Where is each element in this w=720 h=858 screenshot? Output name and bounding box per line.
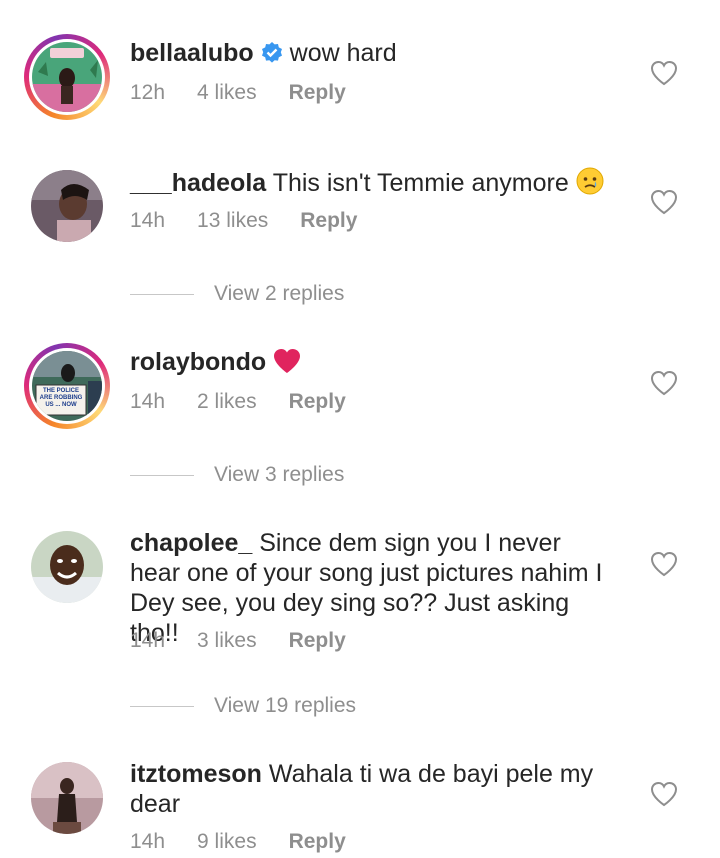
timestamp: 14h xyxy=(130,209,166,232)
view-replies-label: View 2 replies xyxy=(214,282,345,305)
avatar: THE POLICE ARE ROBBING US ... NOW xyxy=(32,351,102,421)
view-replies-label: View 3 replies xyxy=(214,463,345,486)
comment-text: ___hadeola This isn't Temmie anymore xyxy=(130,167,610,202)
comment-text: itztomeson Wahala ti wa de bayi pele my … xyxy=(130,759,610,819)
view-replies-button[interactable]: View 19 replies xyxy=(130,694,356,718)
avatar xyxy=(32,42,102,112)
avatar-story-ring[interactable] xyxy=(24,34,110,120)
timestamp: 14h xyxy=(130,390,166,413)
likes-count[interactable]: 2 likes xyxy=(197,390,257,413)
likes-count[interactable]: 3 likes xyxy=(197,629,257,652)
username[interactable]: itztomeson xyxy=(130,760,262,788)
divider xyxy=(130,705,194,707)
comment-meta: 14h 3 likes Reply xyxy=(130,629,378,653)
like-heart-icon[interactable] xyxy=(650,781,678,807)
reply-button[interactable]: Reply xyxy=(289,390,346,413)
divider xyxy=(130,293,194,295)
likes-count[interactable]: 13 likes xyxy=(197,209,268,232)
username[interactable]: chapolee_ xyxy=(130,529,252,557)
timestamp: 14h xyxy=(130,830,166,853)
avatar[interactable] xyxy=(31,531,103,603)
reply-button[interactable]: Reply xyxy=(289,830,346,853)
likes-count[interactable]: 4 likes xyxy=(197,81,257,104)
reply-button[interactable]: Reply xyxy=(289,81,346,104)
comment-text: rolaybondo xyxy=(130,347,610,381)
like-heart-icon[interactable] xyxy=(650,370,678,396)
reply-button[interactable]: Reply xyxy=(300,209,357,232)
comment-body: This isn't Temmie anymore xyxy=(272,169,569,197)
comment-text: bellaalubo wow hard xyxy=(130,38,610,68)
comment-meta: 14h 9 likes Reply xyxy=(130,830,378,854)
comment-body: wow hard xyxy=(289,39,397,67)
like-heart-icon[interactable] xyxy=(650,551,678,577)
view-replies-label: View 19 replies xyxy=(214,694,357,717)
red-heart-emoji xyxy=(273,348,301,381)
like-heart-icon[interactable] xyxy=(650,60,678,86)
timestamp: 12h xyxy=(130,81,166,104)
comment-meta: 12h 4 likes Reply xyxy=(130,81,378,105)
avatar[interactable] xyxy=(31,170,103,242)
view-replies-button[interactable]: View 2 replies xyxy=(130,282,344,306)
view-replies-button[interactable]: View 3 replies xyxy=(130,463,344,487)
reply-button[interactable]: Reply xyxy=(289,629,346,652)
username[interactable]: ___hadeola xyxy=(130,169,266,197)
avatar-story-ring[interactable]: THE POLICE ARE ROBBING US ... NOW xyxy=(24,343,110,429)
crying-face-emoji xyxy=(576,167,604,202)
divider xyxy=(130,474,194,476)
timestamp: 14h xyxy=(130,629,166,652)
username[interactable]: rolaybondo xyxy=(130,348,266,376)
comment-meta: 14h 2 likes Reply xyxy=(130,390,378,414)
comment-meta: 14h 13 likes Reply xyxy=(130,209,389,233)
avatar[interactable] xyxy=(31,762,103,834)
verified-badge-icon xyxy=(260,41,284,65)
avatar-sign-text: THE POLICE ARE ROBBING US ... NOW xyxy=(39,388,83,408)
like-heart-icon[interactable] xyxy=(650,189,678,215)
likes-count[interactable]: 9 likes xyxy=(197,830,257,853)
username[interactable]: bellaalubo xyxy=(130,39,254,67)
